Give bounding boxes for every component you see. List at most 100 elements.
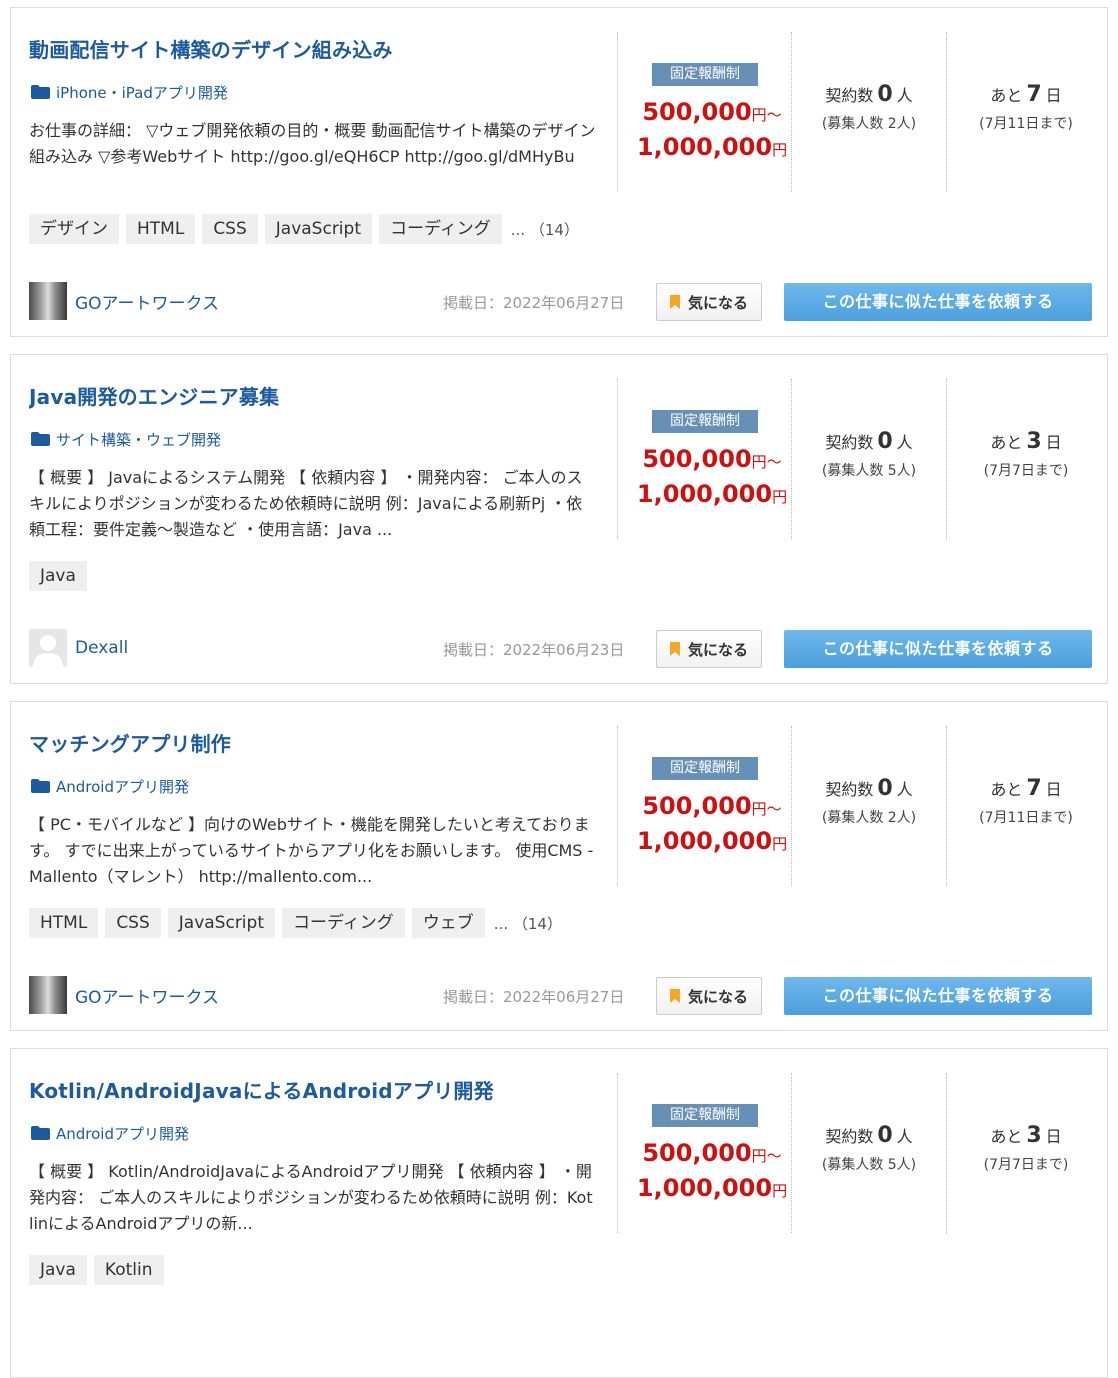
contracts-label: 契約数 xyxy=(825,780,874,799)
contracts-line: 契約数 0 人 xyxy=(792,429,946,454)
days-left: 3 xyxy=(1026,1123,1042,1148)
yen-unit: 円 xyxy=(751,800,767,818)
client-name[interactable]: Dexall xyxy=(75,638,128,658)
job-title-link[interactable]: マッチングアプリ制作 xyxy=(29,728,609,757)
contracts-stat: 契約数 0 人 (募集人数 2人) xyxy=(792,82,946,133)
remaining-prefix: あと xyxy=(990,86,1023,105)
days-unit: 日 xyxy=(1045,86,1062,105)
favorite-button[interactable]: 気になる xyxy=(656,977,762,1015)
deadline-date: (7月11日まで) xyxy=(979,810,1073,826)
job-title-link[interactable]: Java開発のエンジニア募集 xyxy=(29,381,609,410)
people-unit: 人 xyxy=(896,86,913,105)
job-category-link[interactable]: Androidアプリ開発 xyxy=(31,1123,189,1143)
days-left-line: あと 7 日 xyxy=(947,776,1105,801)
client-name[interactable]: GOアートワークス xyxy=(75,983,219,1008)
client-avatar[interactable] xyxy=(29,976,67,1014)
price-max: 1,000,000 xyxy=(636,827,773,855)
skill-tag[interactable]: Java xyxy=(29,561,87,591)
deadline-stat: あと 7 日 (7月11日まで) xyxy=(947,82,1105,133)
people-unit: 人 xyxy=(896,1127,913,1146)
request-similar-button[interactable]: この仕事に似た仕事を依頼する xyxy=(784,283,1092,321)
job-category-link[interactable]: Androidアプリ開発 xyxy=(31,776,189,796)
job-category-link[interactable]: サイト構築・ウェブ開発 xyxy=(31,429,221,449)
contracts-stat: 契約数 0 人 (募集人数 5人) xyxy=(792,1123,946,1174)
yen-unit: 円 xyxy=(772,1182,788,1200)
price-max: 1,000,000 xyxy=(636,480,773,508)
fee-type-badge: 固定報酬制 xyxy=(652,63,758,86)
skill-tag[interactable]: ウェブ xyxy=(411,908,485,938)
job-title-link[interactable]: Kotlin/AndroidJavaによるAndroidアプリ開発 xyxy=(29,1075,609,1104)
deadline-stat: あと 7 日 (7月11日まで) xyxy=(947,776,1105,827)
contracts-count: 0 xyxy=(877,776,893,801)
days-unit: 日 xyxy=(1045,780,1062,799)
request-similar-button[interactable]: この仕事に似た仕事を依頼する xyxy=(784,977,1092,1015)
contracts-label: 契約数 xyxy=(825,433,874,452)
bookmark-icon xyxy=(669,989,680,1003)
skill-tag[interactable]: コーディング xyxy=(378,214,502,244)
skill-tag[interactable]: CSS xyxy=(202,214,258,244)
price-range: 500,000円～ 1,000,000円 xyxy=(617,790,807,860)
default-avatar-icon[interactable] xyxy=(29,629,67,667)
tilde: ～ xyxy=(766,453,782,471)
favorite-label: 気になる xyxy=(687,640,748,659)
skill-tag[interactable]: Java xyxy=(29,1255,87,1285)
contracts-line: 契約数 0 人 xyxy=(792,82,946,107)
posted-date: 掲載日：2022年06月27日 xyxy=(443,988,625,1006)
favorite-label: 気になる xyxy=(687,293,748,312)
recruit-count: (募集人数 2人) xyxy=(821,810,917,826)
client-link[interactable]: GOアートワークス xyxy=(29,976,219,1014)
price-min: 500,000 xyxy=(642,445,752,473)
client-name[interactable]: GOアートワークス xyxy=(75,289,219,314)
days-left: 7 xyxy=(1026,82,1042,107)
request-similar-button[interactable]: この仕事に似た仕事を依頼する xyxy=(784,630,1092,668)
folder-icon xyxy=(31,779,50,793)
tag-more-count[interactable]: ... （14） xyxy=(494,913,562,934)
job-card: Java開発のエンジニア募集 サイト構築・ウェブ開発【 概要 】 Javaによるシ… xyxy=(10,354,1108,684)
tilde: ～ xyxy=(766,1147,782,1165)
yen-unit: 円 xyxy=(751,106,767,124)
job-tags: HTML CSS JavaScript コーディング ウェブ ... （14） xyxy=(29,908,562,938)
recruit-count: (募集人数 2人) xyxy=(821,116,917,132)
remaining-prefix: あと xyxy=(990,780,1023,799)
contracts-count: 0 xyxy=(877,82,893,107)
skill-tag[interactable]: デザイン xyxy=(29,214,119,244)
job-category-link[interactable]: iPhone・iPadアプリ開発 xyxy=(31,82,228,102)
fee-type-badge: 固定報酬制 xyxy=(652,410,758,433)
client-link[interactable]: GOアートワークス xyxy=(29,282,219,320)
price-min: 500,000 xyxy=(642,792,752,820)
contracts-count: 0 xyxy=(877,1123,893,1148)
client-link[interactable]: Dexall xyxy=(29,629,128,667)
favorite-button[interactable]: 気になる xyxy=(656,283,762,321)
folder-icon xyxy=(31,85,50,99)
skill-tag[interactable]: Kotlin xyxy=(93,1255,164,1285)
job-tags: デザイン HTML CSS JavaScript コーディング ... （14） xyxy=(29,214,579,244)
fee-type-badge: 固定報酬制 xyxy=(652,757,758,780)
skill-tag[interactable]: HTML xyxy=(29,908,99,938)
skill-tag[interactable]: JavaScript xyxy=(264,214,372,244)
contracts-stat: 契約数 0 人 (募集人数 2人) xyxy=(792,776,946,827)
contracts-label: 契約数 xyxy=(825,1127,874,1146)
favorite-button[interactable]: 気になる xyxy=(656,630,762,668)
remaining-prefix: あと xyxy=(990,433,1023,452)
skill-tag[interactable]: CSS xyxy=(105,908,161,938)
contracts-stat: 契約数 0 人 (募集人数 5人) xyxy=(792,429,946,480)
price-range: 500,000円～ 1,000,000円 xyxy=(617,1137,807,1207)
yen-unit: 円 xyxy=(772,141,788,159)
skill-tag[interactable]: コーディング xyxy=(281,908,405,938)
favorite-label: 気になる xyxy=(687,987,748,1006)
deadline-date: (7月7日まで) xyxy=(983,1157,1069,1173)
skill-tag[interactable]: JavaScript xyxy=(167,908,275,938)
days-unit: 日 xyxy=(1045,433,1062,452)
job-description: お仕事の詳細： ▽ウェブ開発依頼の目的・概要 動画配信サイト構築のデザイン組み込… xyxy=(29,121,596,166)
contracts-count: 0 xyxy=(877,429,893,454)
job-tags: Java xyxy=(29,561,94,591)
days-left: 3 xyxy=(1026,429,1042,454)
tag-more-count[interactable]: ... （14） xyxy=(511,219,579,240)
client-avatar[interactable] xyxy=(29,282,67,320)
days-left: 7 xyxy=(1026,776,1042,801)
skill-tag[interactable]: HTML xyxy=(126,214,196,244)
yen-unit: 円 xyxy=(751,1147,767,1165)
job-category-label: サイト構築・ウェブ開発 xyxy=(56,430,222,449)
job-card: Kotlin/AndroidJavaによるAndroidアプリ開発 Android… xyxy=(10,1048,1108,1378)
job-title-link[interactable]: 動画配信サイト構築のデザイン組み込み xyxy=(29,34,609,63)
